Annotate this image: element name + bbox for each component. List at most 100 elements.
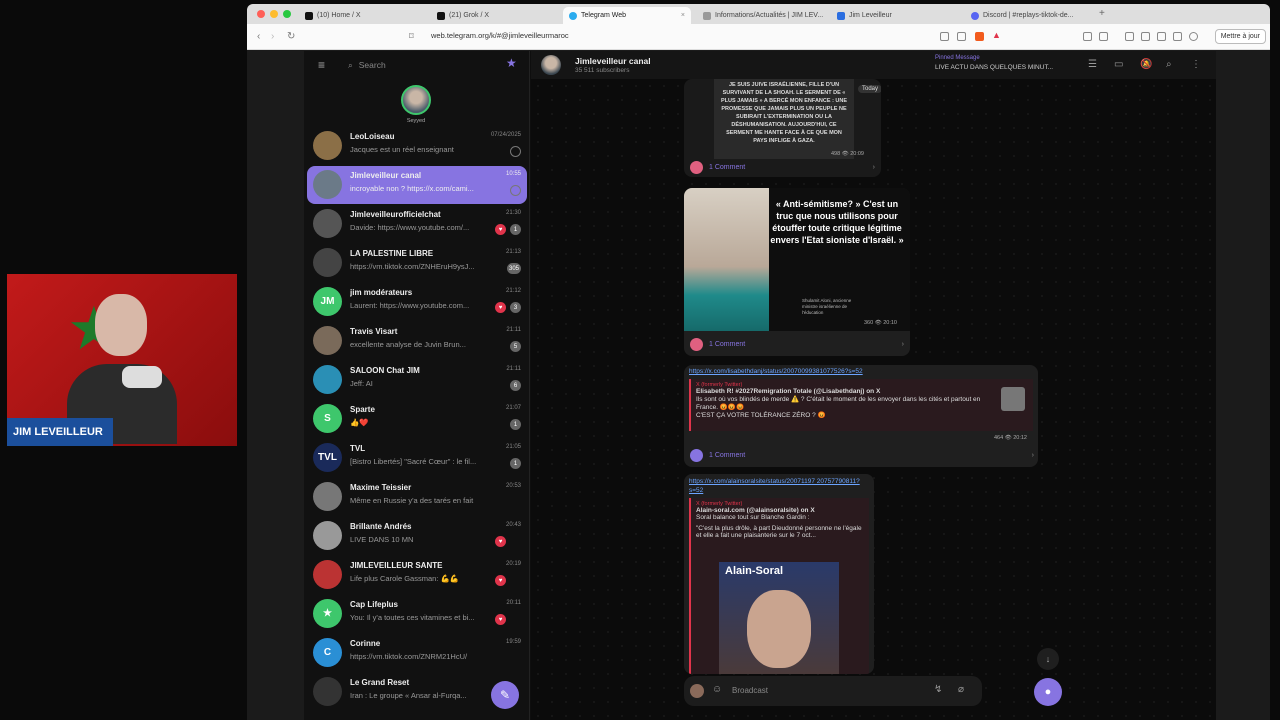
chat-time: 20:11 [506,600,521,606]
browser-tab-active[interactable]: Telegram Web × [563,7,691,24]
link-preview[interactable]: X (formerly Twitter) Alain-soral.com (@a… [689,498,869,674]
attach-icon[interactable]: ⌀ [958,684,964,695]
discussion-icon[interactable]: ▭ [1114,59,1123,70]
bot-commands-icon[interactable]: ↯ [934,684,942,695]
comments-button[interactable]: 1 Comment › [690,334,904,354]
extension-icon[interactable] [940,32,949,41]
channel-title[interactable]: Jimleveilleur canal [575,56,651,66]
browser-tab[interactable]: Jim Leveilleur [831,7,961,24]
search-icon[interactable]: ⌕ [1166,59,1172,70]
chat-list-item[interactable]: C Corinne https://vm.tiktok.com/ZNRM21HcU/… [307,634,527,672]
back-icon[interactable]: ‹ [257,31,260,42]
extension-icon[interactable] [1141,32,1150,41]
chat-avatar [313,131,342,160]
chat-preview: Laurent: https://www.youtube.com... [350,301,470,310]
microphone-icon: ● [1044,686,1052,698]
extension-icon[interactable] [1173,32,1182,41]
pinned-message-text[interactable]: LIVE ACTU DANS QUELQUES MINUT... [935,64,1053,71]
close-tab-icon[interactable]: × [681,12,685,19]
search-input[interactable]: ⌕ Search [344,56,494,74]
close-window-button[interactable] [257,10,265,18]
chat-list-item[interactable]: Jimleveilleurofficielchat Davide: https:/… [307,205,527,243]
pinned-message-label[interactable]: Pinned Message [935,55,980,61]
minimize-window-button[interactable] [270,10,278,18]
chat-list-item[interactable]: S Sparte 👍❤️ 21:07 1 [307,400,527,438]
arrow-down-icon: ↓ [1045,654,1051,664]
message-link[interactable]: https://x.com/alainsoralsite/status/2007… [689,477,869,495]
story-avatar[interactable] [401,85,431,115]
chat-list-item[interactable]: Travis Visart excellente analyse de Juvin… [307,322,527,360]
voice-record-button[interactable]: ● [1034,678,1062,706]
rewards-icon[interactable]: ▲ [992,30,1001,40]
chat-avatar [313,521,342,550]
preview-video[interactable]: Alain-Soral [719,562,839,674]
url-field[interactable]: web.telegram.org/k/#@jimleveilleurmaroc [431,31,569,40]
reload-icon[interactable]: ↻ [287,31,295,42]
star-icon[interactable]: ★ [506,56,517,70]
telegram-app: ≡ ⌕ Search ★ Seyyed LeoLoiseau Jacques es… [304,51,1216,720]
extension-icon[interactable] [1099,32,1108,41]
message-bubble[interactable]: https://x.com/alainsoralsite/status/2007… [684,474,874,674]
channel-avatar[interactable] [541,55,561,75]
chat-preview: You: Il y'a toutes ces vitamines et bi..… [350,613,475,622]
chat-list-item[interactable]: JIMLEVEILLEUR SANTE Life plus Carole Gass… [307,556,527,594]
chat-list-item[interactable]: LeoLoiseau Jacques est un réel enseignant… [307,127,527,165]
chat-list-item[interactable]: Maxime Teissier Même en Russie y'a des ta… [307,478,527,516]
menu-icon[interactable]: ≡ [318,58,325,72]
preview-body-2: "C'est la plus drôle, à part Dieudonné p… [696,525,862,539]
chat-list-item[interactable]: SALOON Chat JIM Jeff: AI 21:11 6 [307,361,527,399]
update-button[interactable]: Mettre à jour [1214,29,1266,44]
chat-list-item[interactable]: LA PALESTINE LIBRE https://vm.tiktok.com/… [307,244,527,282]
browser-tab[interactable]: Discord | #replays-tiktok-de... [965,7,1095,24]
extension-icon[interactable] [957,32,966,41]
chat-preview: https://vm.tiktok.com/ZNHEruH9ysJ... [350,262,475,271]
chat-preview: https://vm.tiktok.com/ZNRM21HcU/ [350,652,468,661]
unread-badge: 3 [510,302,521,313]
chat-list-item[interactable]: JM jim modérateurs Laurent: https://www.yo… [307,283,527,321]
comments-button[interactable]: 1 Comment › [690,157,875,177]
window-controls [257,10,291,18]
more-icon[interactable]: ⋮ [1191,59,1201,70]
link-preview[interactable]: X (formerly Twitter) Elisabeth R! #2027R… [689,379,1033,431]
quote-author: Shulamit Aloni, ancienne ministre israél… [802,298,852,315]
emoji-icon[interactable]: ☺ [712,684,722,695]
chat-avatar: TVL [313,443,342,472]
maximize-window-button[interactable] [283,10,291,18]
new-tab-icon[interactable]: + [1099,8,1105,19]
message-bubble[interactable]: https://x.com/lisabethdanj/status/200700… [684,365,1038,467]
extension-icon[interactable] [1157,32,1166,41]
heart-icon: ♥ [495,224,506,235]
portrait [684,188,769,331]
pinned-list-icon[interactable]: ☰ [1088,59,1097,70]
browser-tab[interactable]: (21) Grok / X [431,7,559,24]
chat-list-item[interactable]: Jimleveilleur canal incroyable non ? http… [307,166,527,204]
search-placeholder: Search [358,60,386,70]
new-message-button[interactable]: ✎ [491,681,519,709]
scroll-down-button[interactable]: ↓ [1037,648,1059,670]
brave-shield-icon[interactable] [975,32,984,41]
comments-button[interactable]: 1 Comment › [690,445,1034,465]
send-as-avatar[interactable] [690,684,704,698]
browser-tab[interactable]: Informations/Actualités | JIM LEV... [697,7,827,24]
message-bubble[interactable]: JE SUIS JUIVE ISRAÉLIENNE, FILLE D'UN SU… [684,79,881,177]
extension-icon[interactable] [1083,32,1092,41]
chat-list-item[interactable]: ★ Cap Lifeplus You: Il y'a toutes ces vita… [307,595,527,633]
message-link[interactable]: https://x.com/lisabethdanj/status/200700… [689,368,863,375]
chat-avatar [313,209,342,238]
bookmark-icon[interactable]: ⌑ [409,31,414,42]
browser-window: (10) Home / X (21) Grok / X Telegram Web… [247,4,1270,720]
extension-icon[interactable] [1125,32,1134,41]
discord-icon [971,11,979,20]
mute-icon[interactable]: 🔕 [1140,59,1152,70]
extension-icon[interactable] [1189,32,1198,41]
tab-bar: (10) Home / X (21) Grok / X Telegram Web… [247,4,1270,24]
browser-tab[interactable]: (10) Home / X [299,7,427,24]
chat-list-item[interactable]: Brillante Andrés LIVE DANS 10 MN 20:43 ♥ [307,517,527,555]
forward-icon[interactable]: › [271,31,274,42]
message-bubble[interactable]: « Anti-sémitisme? » C'est un truc que no… [684,188,910,356]
chat-name: Travis Visart [350,327,398,336]
chat-list-item[interactable]: TVL TVL [Bistro Libertés] "Sacré Cœur" : l… [307,439,527,477]
chat-header[interactable]: Jimleveilleur canal 35 511 subscribers P… [531,51,1216,79]
heart-icon: ♥ [495,302,506,313]
message-composer[interactable]: ☺ Broadcast ↯ ⌀ [684,676,982,706]
